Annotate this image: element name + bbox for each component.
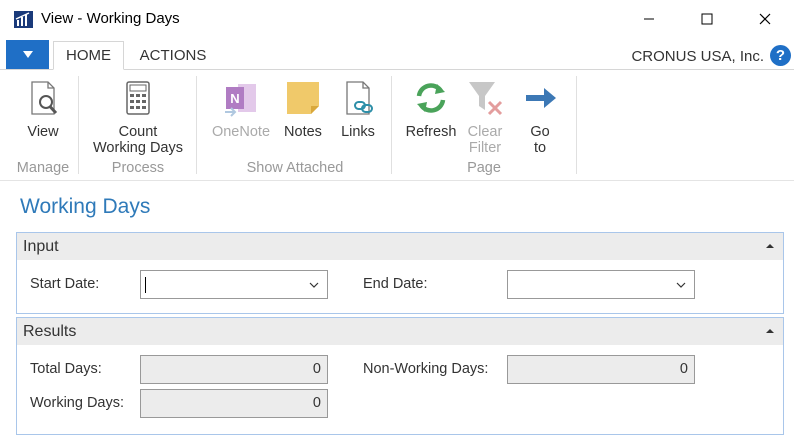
goto-label-line2: to [533, 140, 547, 156]
minimize-icon [644, 18, 654, 20]
onenote-icon: N [225, 84, 256, 117]
ribbon: View Manage Count Working Days Process N… [0, 70, 794, 181]
title-bar: View - Working Days [0, 0, 794, 38]
tab-home[interactable]: HOME [53, 41, 124, 70]
view-label: View [27, 124, 59, 140]
maximize-icon [701, 13, 713, 25]
window-title: View - Working Days [41, 10, 180, 27]
arrow-right-icon [526, 88, 556, 108]
end-date-field[interactable] [507, 270, 695, 299]
start-date-label: Start Date: [30, 276, 100, 292]
ribbon-menu-button[interactable] [6, 40, 49, 69]
group-divider [576, 76, 577, 174]
close-button[interactable] [742, 0, 788, 38]
links-label: Links [341, 124, 375, 140]
working-days-label: Working Days: [30, 395, 125, 411]
clear-filter-icon [469, 82, 503, 116]
count-working-days-button[interactable]: Count Working Days [86, 78, 190, 156]
total-days-value: 0 [140, 355, 328, 384]
chevron-down-icon [22, 51, 33, 58]
group-label-process: Process [111, 160, 165, 176]
group-divider [196, 76, 197, 174]
goto-label-line1: Go [530, 124, 550, 140]
results-section-header[interactable]: Results [17, 318, 783, 345]
results-section: Results Total Days: 0 Non-Working Days: … [16, 317, 784, 435]
non-working-days-label: Non-Working Days: [363, 361, 489, 377]
view-icon [31, 81, 58, 115]
working-days-value: 0 [140, 389, 328, 418]
ribbon-tabs: HOME ACTIONS CRONUS USA, Inc. ? [0, 38, 794, 70]
calculator-icon [126, 81, 150, 115]
refresh-button[interactable]: Refresh [402, 78, 460, 140]
notes-icon [287, 82, 319, 114]
group-divider [78, 76, 79, 174]
refresh-label: Refresh [405, 124, 457, 140]
onenote-button[interactable]: N OneNote [206, 78, 276, 140]
help-icon[interactable]: ? [770, 45, 791, 66]
text-cursor [145, 277, 146, 293]
minimize-button[interactable] [626, 0, 672, 38]
onenote-label: OneNote [211, 124, 271, 140]
group-label-manage: Manage [16, 160, 70, 176]
close-icon [759, 13, 771, 25]
go-to-button[interactable]: Go to [518, 78, 562, 156]
clear-label-line1: Clear [467, 124, 503, 140]
chevron-up-icon[interactable] [765, 326, 775, 336]
chevron-down-icon[interactable] [676, 281, 686, 289]
chevron-down-icon[interactable] [309, 281, 319, 289]
tab-actions[interactable]: ACTIONS [128, 41, 218, 70]
group-label-show-attached: Show Attached [246, 160, 344, 176]
maximize-button[interactable] [684, 0, 730, 38]
total-days-label: Total Days: [30, 361, 102, 377]
page-title: Working Days [20, 195, 151, 218]
refresh-icon [416, 83, 446, 113]
app-logo-icon [14, 11, 33, 28]
svg-text:N: N [230, 91, 239, 106]
end-date-label: End Date: [363, 276, 428, 292]
non-working-days-value: 0 [507, 355, 695, 384]
notes-button[interactable]: Notes [281, 78, 325, 140]
links-button[interactable]: Links [336, 78, 380, 140]
clear-label-line2: Filter [468, 140, 502, 156]
input-section: Input Start Date: End Date: [16, 232, 784, 314]
company-name: CRONUS USA, Inc. [631, 48, 764, 65]
start-date-field[interactable] [140, 270, 328, 299]
view-button[interactable]: View [22, 78, 64, 140]
group-label-page: Page [467, 160, 501, 176]
count-label-line2: Working Days [93, 140, 183, 156]
input-section-title: Input [23, 238, 59, 255]
chevron-up-icon[interactable] [765, 241, 775, 251]
results-section-title: Results [23, 323, 77, 340]
clear-filter-button[interactable]: Clear Filter [462, 78, 508, 156]
count-label-line1: Count [118, 124, 158, 140]
notes-label: Notes [284, 124, 322, 140]
input-section-header[interactable]: Input [17, 233, 783, 260]
links-icon [346, 81, 373, 115]
